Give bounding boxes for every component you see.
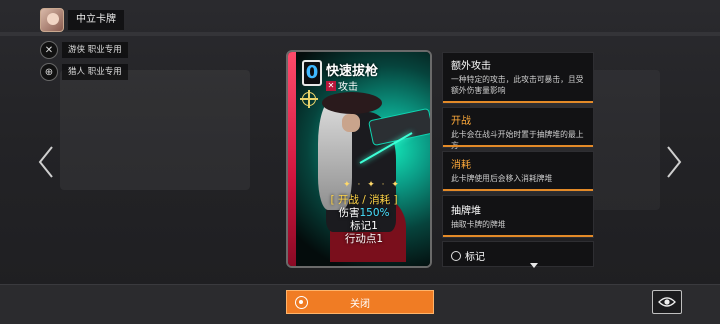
class-tag-ranger: ✕ 游侠 职业专用 [40,41,128,59]
keyword-panel-draw-pile: 抽牌堆 抽取卡牌的牌堆 [442,195,594,238]
card-damage: 伤害150% [338,207,390,219]
target-icon [451,251,461,261]
eye-icon [658,297,676,307]
card-mark: 标记1 [350,220,378,232]
next-arrow-icon[interactable] [664,145,684,179]
close-button-label: 关闭 [350,298,370,310]
class-tag-hunter: ⊕ 猎人 职业专用 [40,63,128,81]
prev-arrow-icon[interactable] [36,145,56,179]
keyword-title: 开战 [451,116,471,127]
sparkle-divider: ✦ · ✦ · ✦ [343,180,401,190]
card-category-tag: 中立卡牌 [40,8,124,32]
card-keywords: [ 开战 / 消耗 ] [330,194,398,206]
card-cost: 0 [302,60,322,86]
keyword-desc: 此卡牌使用后会移入消耗牌堆 [451,174,553,183]
card-type: ✕ 攻击 [326,78,358,93]
keyword-panel-exhaust: 消耗 此卡牌使用后会移入消耗牌堆 [442,151,594,192]
card-action-points: 行动点1 [344,233,384,245]
keyword-title: 消耗 [451,160,471,171]
keyword-panel-opening: 开战 此卡会在战斗开始时置于抽牌堆的最上方 [442,107,594,150]
crossed-swords-icon: ✕ [40,41,58,59]
eye-toggle-button[interactable] [652,290,682,314]
keyword-desc: 抽取卡牌的牌堆 [451,220,506,229]
card-side-stripe [288,52,296,266]
class-label: 猎人 职业专用 [62,64,128,80]
class-label: 游侠 职业专用 [62,42,128,58]
background-panel-left [60,70,250,190]
keyword-panel-mark: 标记 [442,241,594,267]
keyword-title-row: 标记 [443,242,593,265]
target-icon [300,90,318,108]
card-effect-text: [ 开战 / 消耗 ] 伤害150% 标记1 行动点1 [302,194,426,246]
circle-icon [295,296,308,309]
card-name: 快速拔枪 [326,64,379,79]
keyword-desc: 一种特定的攻击，此攻击可暴击，且受额外伤害量影响 [451,75,584,95]
keyword-title: 抽牌堆 [451,206,481,217]
crosshair-icon: ⊕ [40,63,58,81]
avatar [40,8,64,32]
attack-type-icon: ✕ [326,80,336,91]
keyword-title: 额外攻击 [451,61,491,72]
card: 0 快速拔枪 ✕ 攻击 ✦ · ✦ · ✦ [ 开战 / 消耗 ] 伤害150%… [286,50,432,268]
card-category-label: 中立卡牌 [68,10,124,30]
scroll-down-caret-icon[interactable] [530,263,538,268]
card-type-label: 攻击 [338,82,358,93]
background-band [0,32,720,36]
close-button[interactable]: 关闭 [286,290,434,314]
keyword-panel-extra-attack: 额外攻击 一种特定的攻击，此攻击可暴击，且受额外伤害量影响 [442,52,594,104]
